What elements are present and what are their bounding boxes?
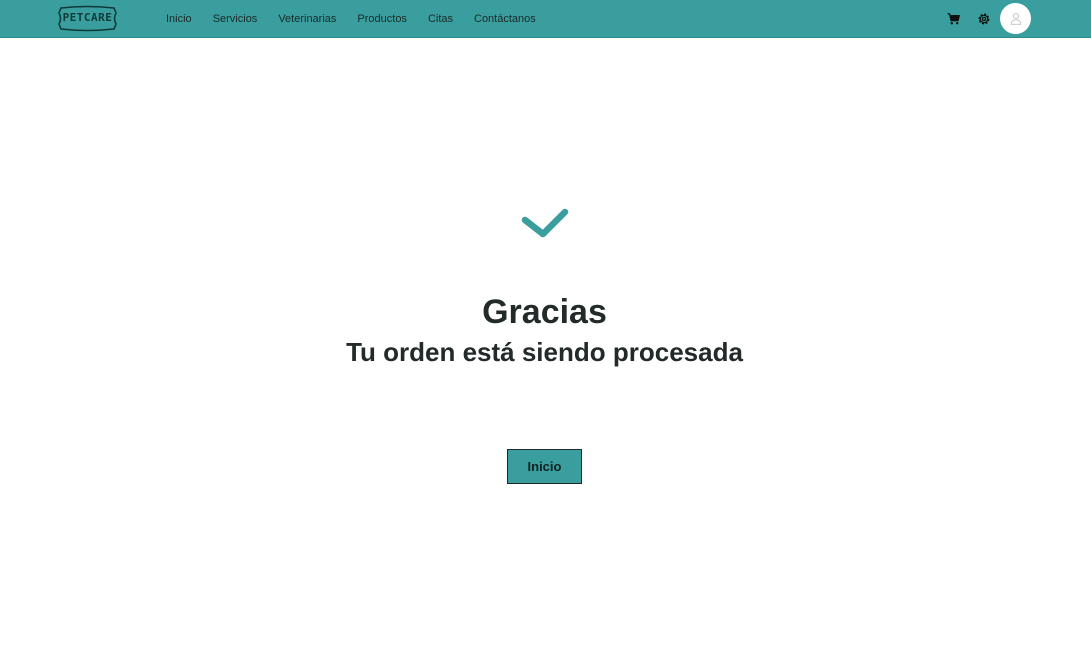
checkmark-icon [521,208,569,238]
nav-link-servicios[interactable]: Servicios [213,13,258,25]
page-subtitle: Tu orden está siendo procesada [346,337,743,367]
gear-icon[interactable] [976,11,992,27]
nav-link-contactanos[interactable]: Contáctanos [474,13,536,25]
user-icon [1010,12,1021,25]
home-button[interactable]: Inicio [507,449,582,484]
page-title: Gracias [482,293,607,331]
top-navbar: PETCARE Inicio Servicios Veterinarias Pr… [0,0,1091,38]
order-confirmation: Gracias Tu orden está siendo procesada I… [0,38,1091,664]
avatar[interactable] [1000,3,1031,34]
nav-link-citas[interactable]: Citas [428,13,453,25]
nav-link-veterinarias[interactable]: Veterinarias [278,13,336,25]
nav-actions [945,0,1031,37]
nav-link-inicio[interactable]: Inicio [166,13,192,25]
logo-text: PETCARE [62,11,113,24]
nav-link-productos[interactable]: Productos [357,13,407,25]
main-nav: Inicio Servicios Veterinarias Productos … [166,0,557,37]
shopping-cart-icon[interactable] [945,11,961,27]
petcare-logo[interactable]: PETCARE [57,5,118,32]
